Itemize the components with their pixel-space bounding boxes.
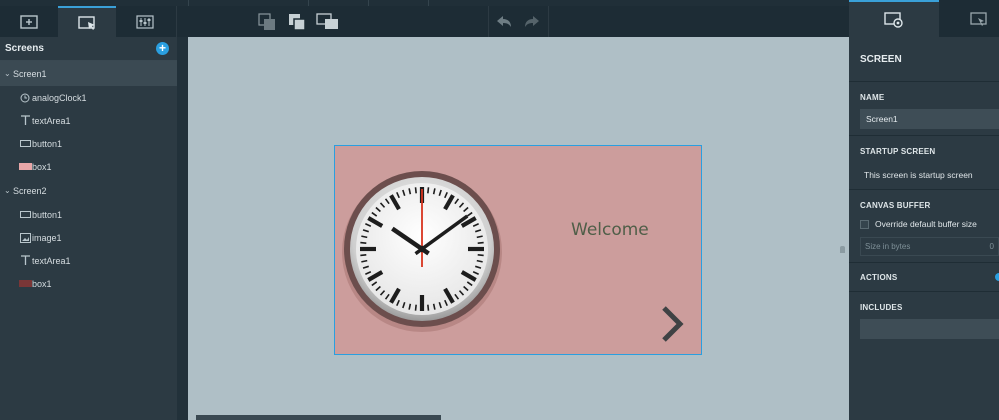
buffer-size-value: 0 xyxy=(989,242,994,251)
properties-tabs xyxy=(849,0,999,37)
canvas-buffer-section: CANVAS BUFFER Override default buffer si… xyxy=(849,190,999,263)
tree-item-label: analogClock1 xyxy=(32,92,87,103)
tree-item[interactable]: box1 xyxy=(0,272,177,295)
clock-icon xyxy=(18,93,32,103)
image-icon xyxy=(18,232,32,243)
add-screen-icon xyxy=(20,14,38,29)
startup-section: STARTUP SCREEN This screen is startup sc… xyxy=(849,136,999,190)
includes-label: INCLUDES xyxy=(860,303,903,312)
add-screen-button[interactable]: + xyxy=(156,42,169,55)
screen-interaction-icon xyxy=(970,11,987,26)
box-swatch-icon xyxy=(18,163,32,170)
tab-interactions[interactable] xyxy=(959,0,999,37)
tab-screen-properties[interactable] xyxy=(849,0,939,37)
actions-expand-icon[interactable] xyxy=(995,273,999,281)
screen-name-input[interactable]: Screen1 xyxy=(860,109,999,129)
actions-section[interactable]: ACTIONS xyxy=(849,263,999,292)
actions-label: ACTIONS xyxy=(860,272,898,282)
tree-item-label: image1 xyxy=(32,232,62,243)
screens-panel-title: Screens xyxy=(5,43,44,54)
tree-item-label: button1 xyxy=(32,138,63,149)
override-buffer-checkbox[interactable] xyxy=(860,219,869,229)
design-canvas[interactable]: Welcome xyxy=(188,37,849,420)
next-arrow-icon[interactable] xyxy=(660,306,684,342)
undo-icon xyxy=(497,15,511,27)
toolbar-separator xyxy=(488,6,489,37)
clock-minute-tick xyxy=(477,254,484,257)
welcome-text[interactable]: Welcome xyxy=(571,220,649,240)
properties-title: SCREEN xyxy=(849,37,999,82)
toolbar-separator xyxy=(176,6,177,37)
tree-item-label: box1 xyxy=(32,161,52,172)
tree-item[interactable]: box1 xyxy=(0,155,177,178)
send-to-back-button[interactable] xyxy=(254,6,280,37)
screen-name: Screen1 xyxy=(13,68,47,79)
tree-screen-1[interactable]: ⌄ Screen1 xyxy=(0,61,177,86)
screen-settings-icon xyxy=(884,11,903,28)
bring-to-front-button[interactable] xyxy=(284,6,310,37)
redo-button[interactable] xyxy=(520,6,544,37)
analog-clock[interactable] xyxy=(339,166,505,332)
tree-item[interactable]: textArea1 xyxy=(0,109,177,132)
undo-button[interactable] xyxy=(492,6,516,37)
button-icon xyxy=(18,211,32,218)
tree-item-label: box1 xyxy=(32,278,52,289)
text-icon xyxy=(18,255,32,266)
clock-minute-tick xyxy=(477,241,484,244)
tree-screen-2[interactable]: ⌄ Screen2 xyxy=(0,178,177,203)
clock-minute-tick xyxy=(414,187,417,194)
includes-field[interactable] xyxy=(860,319,999,339)
redo-icon xyxy=(525,15,539,27)
tree-item[interactable]: button1 xyxy=(0,203,177,226)
tab-select-screen[interactable] xyxy=(58,6,116,37)
chevron-down-icon[interactable]: ⌄ xyxy=(4,186,13,195)
clock-minute-tick xyxy=(360,254,367,257)
buffer-size-placeholder: Size in bytes xyxy=(865,242,911,251)
properties-panel: SCREEN NAME Screen1 STARTUP SCREEN This … xyxy=(849,37,999,420)
tree-item-label: textArea1 xyxy=(32,115,71,126)
tree-item[interactable]: button1 xyxy=(0,132,177,155)
tree-item[interactable]: analogClock1 xyxy=(0,86,177,109)
box-swatch-icon xyxy=(18,280,32,287)
canvas-horizontal-scrollbar[interactable] xyxy=(196,415,441,420)
override-buffer-row[interactable]: Override default buffer size xyxy=(860,219,999,229)
group-button[interactable] xyxy=(314,6,342,37)
tree-item-label: textArea1 xyxy=(32,255,71,266)
sliders-icon xyxy=(136,14,154,29)
name-label: NAME xyxy=(860,93,885,102)
tree-item[interactable]: textArea1 xyxy=(0,249,177,272)
clock-minute-tick xyxy=(414,304,417,311)
left-panel-scrollbar[interactable] xyxy=(177,37,188,420)
clock-minute-tick xyxy=(427,304,430,311)
startup-label: STARTUP SCREEN xyxy=(860,147,936,156)
canvas-edge-handle[interactable] xyxy=(840,246,845,253)
send-to-back-icon xyxy=(258,12,275,30)
main-toolbar xyxy=(0,6,849,37)
bring-to-front-icon xyxy=(289,13,306,31)
screen-preview[interactable]: Welcome xyxy=(334,145,702,355)
screen-name: Screen2 xyxy=(13,185,47,196)
text-icon xyxy=(18,115,32,126)
startup-text: This screen is startup screen xyxy=(864,170,973,180)
group-icon xyxy=(316,12,338,29)
tab-add-screen[interactable] xyxy=(0,6,58,37)
clock-minute-tick xyxy=(427,187,430,194)
toolbar-separator xyxy=(548,6,549,37)
includes-section: INCLUDES xyxy=(849,292,999,352)
override-buffer-label: Override default buffer size xyxy=(875,219,977,229)
button-icon xyxy=(18,140,32,147)
clock-center-pin xyxy=(418,245,426,253)
tree-item[interactable]: image1 xyxy=(0,226,177,249)
tab-properties[interactable] xyxy=(116,6,174,37)
canvas-buffer-label: CANVAS BUFFER xyxy=(860,201,931,210)
screens-panel: Screens + ⌄ Screen1 analogClock1 textAre… xyxy=(0,37,177,420)
tree-item-label: button1 xyxy=(32,209,63,220)
name-section: NAME Screen1 xyxy=(849,82,999,136)
clock-minute-tick xyxy=(360,241,367,244)
chevron-down-icon[interactable]: ⌄ xyxy=(4,69,13,78)
buffer-size-input[interactable]: Size in bytes 0 xyxy=(860,237,999,256)
select-screen-icon xyxy=(78,15,95,30)
screens-panel-header: Screens + xyxy=(0,37,177,61)
